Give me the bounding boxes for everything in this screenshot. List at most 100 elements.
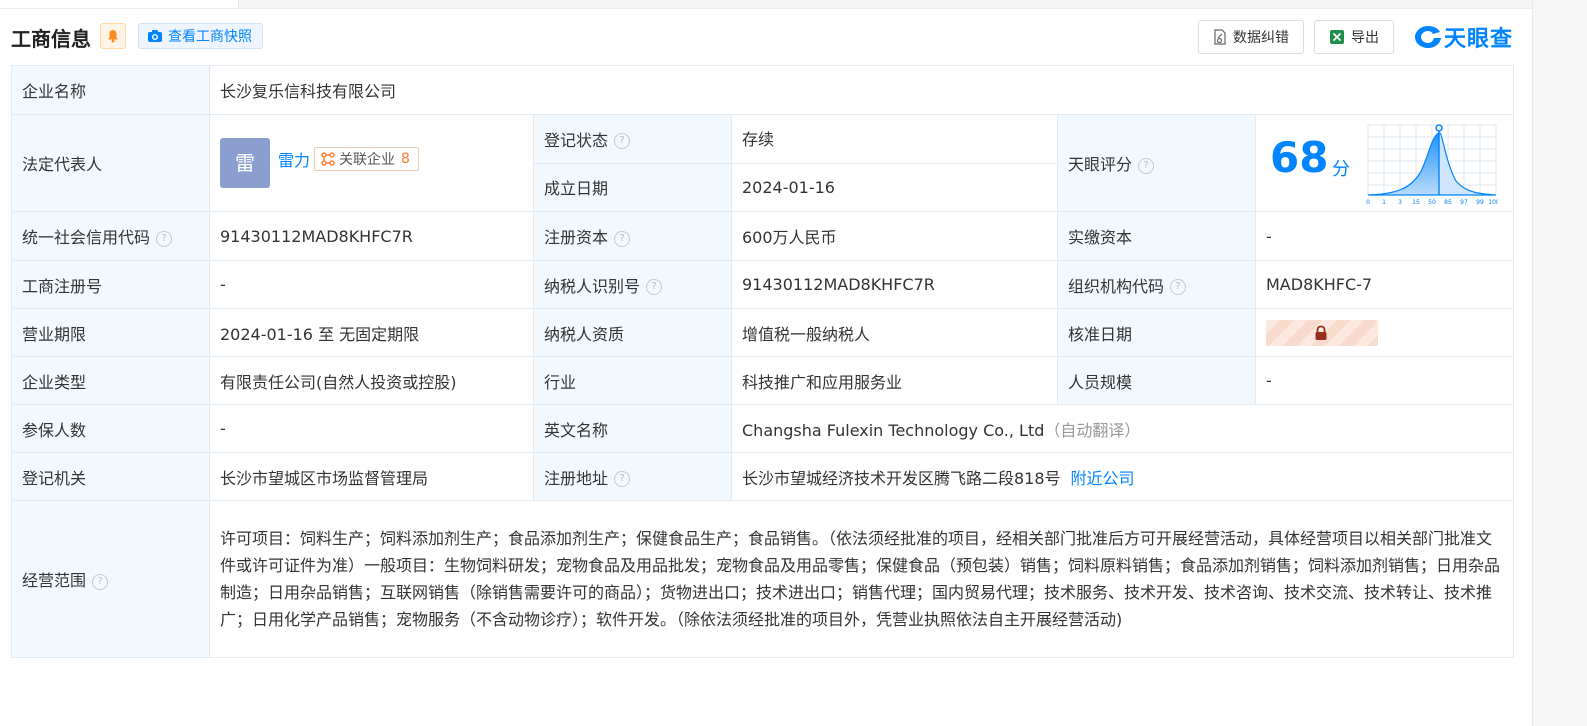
score-panel: 68 分 0 1 3 15 50 85 97 99 100 [1256,115,1513,211]
type-label: 企业类型 [11,356,210,405]
data-correct-label: 数据纠错 [1232,30,1289,46]
table-row: 工商注册号 - 纳税人识别号? 91430112MAD8KHFC7R 组织机构代… [11,260,1515,309]
question-circle-icon[interactable]: ? [1138,157,1155,174]
credit-code-label: 统一社会信用代码 [22,228,151,247]
business-info-table: 企业名称 长沙复乐信科技有限公司 法定代表人 雷雷力 关联企业 8 登记状态? 存续… [11,65,1515,658]
term-value: 2024-01-16 至 无固定期限 [209,308,534,357]
question-circle-icon[interactable]: ? [614,230,631,247]
reg-status-label-cell: 登记状态? [533,114,732,164]
staff-value: - [1254,356,1515,405]
credit-code-value: 91430112MAD8KHFC7R [209,211,534,261]
score-tick: 0 [1366,199,1370,206]
en-name-cell: Changsha Fulexin Technology Co., Ltd（自动翻… [730,404,1515,453]
score-tick: 50 [1428,199,1436,206]
term-label: 营业期限 [11,308,210,357]
score-tick: 1 [1382,199,1386,206]
table-row: 登记机关 长沙市望城区市场监督管理局 注册地址? 长沙市望城经济技术开发区腾飞路… [11,452,1515,501]
approve-date-cell [1254,308,1515,357]
network-icon [321,152,335,166]
table-row: 参保人数 - 英文名称 Changsha Fulexin Technology … [11,404,1515,453]
related-count: 8 [401,151,410,167]
score-value: 68 [1270,133,1329,182]
reg-status-label: 登记状态 [544,130,609,150]
score-tick: 97 [1460,199,1468,206]
taxpayer-id-label-cell: 纳税人识别号? [533,260,732,309]
table-row: 统一社会信用代码? 91430112MAD8KHFC7R 注册资本? 600万人… [11,211,1515,261]
question-circle-icon[interactable]: ? [156,230,173,247]
reg-no-label: 工商注册号 [11,260,210,309]
address-value: 长沙市望城经济技术开发区腾飞路二段818号 [742,468,1061,488]
paid-capital-value: - [1254,211,1515,261]
legal-rep-link[interactable]: 雷力 [278,151,310,170]
related-companies-badge[interactable]: 关联企业 8 [314,147,419,171]
camera-icon [148,30,162,42]
taxpayer-id-value: 91430112MAD8KHFC7R [731,260,1058,309]
org-code-label: 组织机构代码 [1068,276,1165,296]
scope-label: 经营范围 [22,571,87,590]
brand-text: 天眼查 [1443,27,1513,52]
question-circle-icon[interactable]: ? [92,573,109,590]
related-label: 关联企业 [339,152,396,168]
industry-value: 科技推广和应用服务业 [731,356,1058,405]
score-unit: 分 [1332,159,1350,180]
industry-label: 行业 [533,356,732,405]
question-circle-icon[interactable]: ? [646,279,663,295]
view-snapshot-button[interactable]: 查看工商快照 [138,23,263,49]
score-label-cell: 天眼评分? [1057,114,1256,212]
en-name-value: Changsha Fulexin Technology Co., Ltd [742,420,1045,440]
reg-capital-value: 600万人民币 [731,211,1058,261]
score-cell: 68 分 0 1 3 15 50 85 97 99 100 [1254,114,1515,212]
en-name-label: 英文名称 [533,404,732,453]
top-tab-segment [0,0,239,8]
score-tick: 99 [1476,199,1484,206]
score-tick: 100 [1488,199,1498,206]
question-circle-icon[interactable]: ? [1170,279,1187,295]
approve-date-label: 核准日期 [1057,308,1256,357]
credit-code-label-cell: 统一社会信用代码? [11,211,210,261]
export-button[interactable]: 导出 [1313,20,1394,54]
scope-label-cell: 经营范围? [11,500,210,658]
reg-capital-label-cell: 注册资本? [533,211,732,261]
address-cell: 长沙市望城经济技术开发区腾飞路二段818号 附近公司 [730,452,1515,501]
score-tick: 85 [1444,199,1452,206]
address-label-cell: 注册地址? [533,452,732,501]
legal-rep-label: 法定代表人 [11,114,210,212]
insured-value: - [209,404,534,453]
authority-label: 登记机关 [11,452,210,501]
score-label: 天眼评分 [1068,155,1133,174]
reg-capital-label: 注册资本 [544,228,609,247]
table-row: 企业名称 长沙复乐信科技有限公司 [11,65,1515,115]
score-distribution-chart: 0 1 3 15 50 85 97 99 100 [1366,124,1498,206]
taxpayer-type-value: 增值税一般纳税人 [731,308,1058,357]
taxpayer-id-label: 纳税人识别号 [544,276,641,296]
bell-icon[interactable] [100,23,126,49]
found-date-value: 2024-01-16 [731,162,1058,212]
nearby-companies-link[interactable]: 附近公司 [1071,469,1135,488]
table-row: 企业类型 有限责任公司(自然人投资或控股) 行业 科技推广和应用服务业 人员规模… [11,356,1515,405]
auto-translate-note: （自动翻译） [1044,420,1141,440]
question-circle-icon[interactable]: ? [614,471,631,487]
export-label: 导出 [1350,30,1379,46]
locked-value[interactable] [1266,319,1378,346]
question-circle-icon[interactable]: ? [614,133,631,150]
section-title: 工商信息 [11,27,91,51]
taxpayer-type-label: 纳税人资质 [533,308,732,357]
data-correct-button[interactable]: 数据纠错 [1197,20,1304,54]
staff-label: 人员规模 [1057,356,1256,405]
lock-icon [1315,325,1327,340]
legal-rep-cell: 雷雷力 关联企业 8 [209,114,534,212]
header-tools: 数据纠错 导出 天眼查 [1188,20,1513,54]
reg-no-value: - [209,260,534,309]
section-header: 工商信息 查看工商快照 数据纠错 导出 天眼查 [11,18,1513,58]
scrollbar-gutter[interactable] [1532,0,1587,726]
table-row: 法定代表人 雷雷力 关联企业 8 登记状态? 存续 天眼评分? 68 分 0 1… [11,114,1515,212]
top-tab-strip [0,0,1532,9]
table-row: 营业期限 2024-01-16 至 无固定期限 纳税人资质 增值税一般纳税人 核… [11,308,1515,357]
avatar[interactable]: 雷 [220,138,270,188]
company-name-label: 企业名称 [11,65,210,115]
reg-status-value: 存续 [731,114,1058,164]
authority-value: 长沙市望城区市场监督管理局 [209,452,534,501]
paid-capital-label: 实缴资本 [1057,211,1256,261]
company-name-value: 长沙复乐信科技有限公司 [208,65,1515,115]
score-tick: 15 [1412,199,1420,206]
